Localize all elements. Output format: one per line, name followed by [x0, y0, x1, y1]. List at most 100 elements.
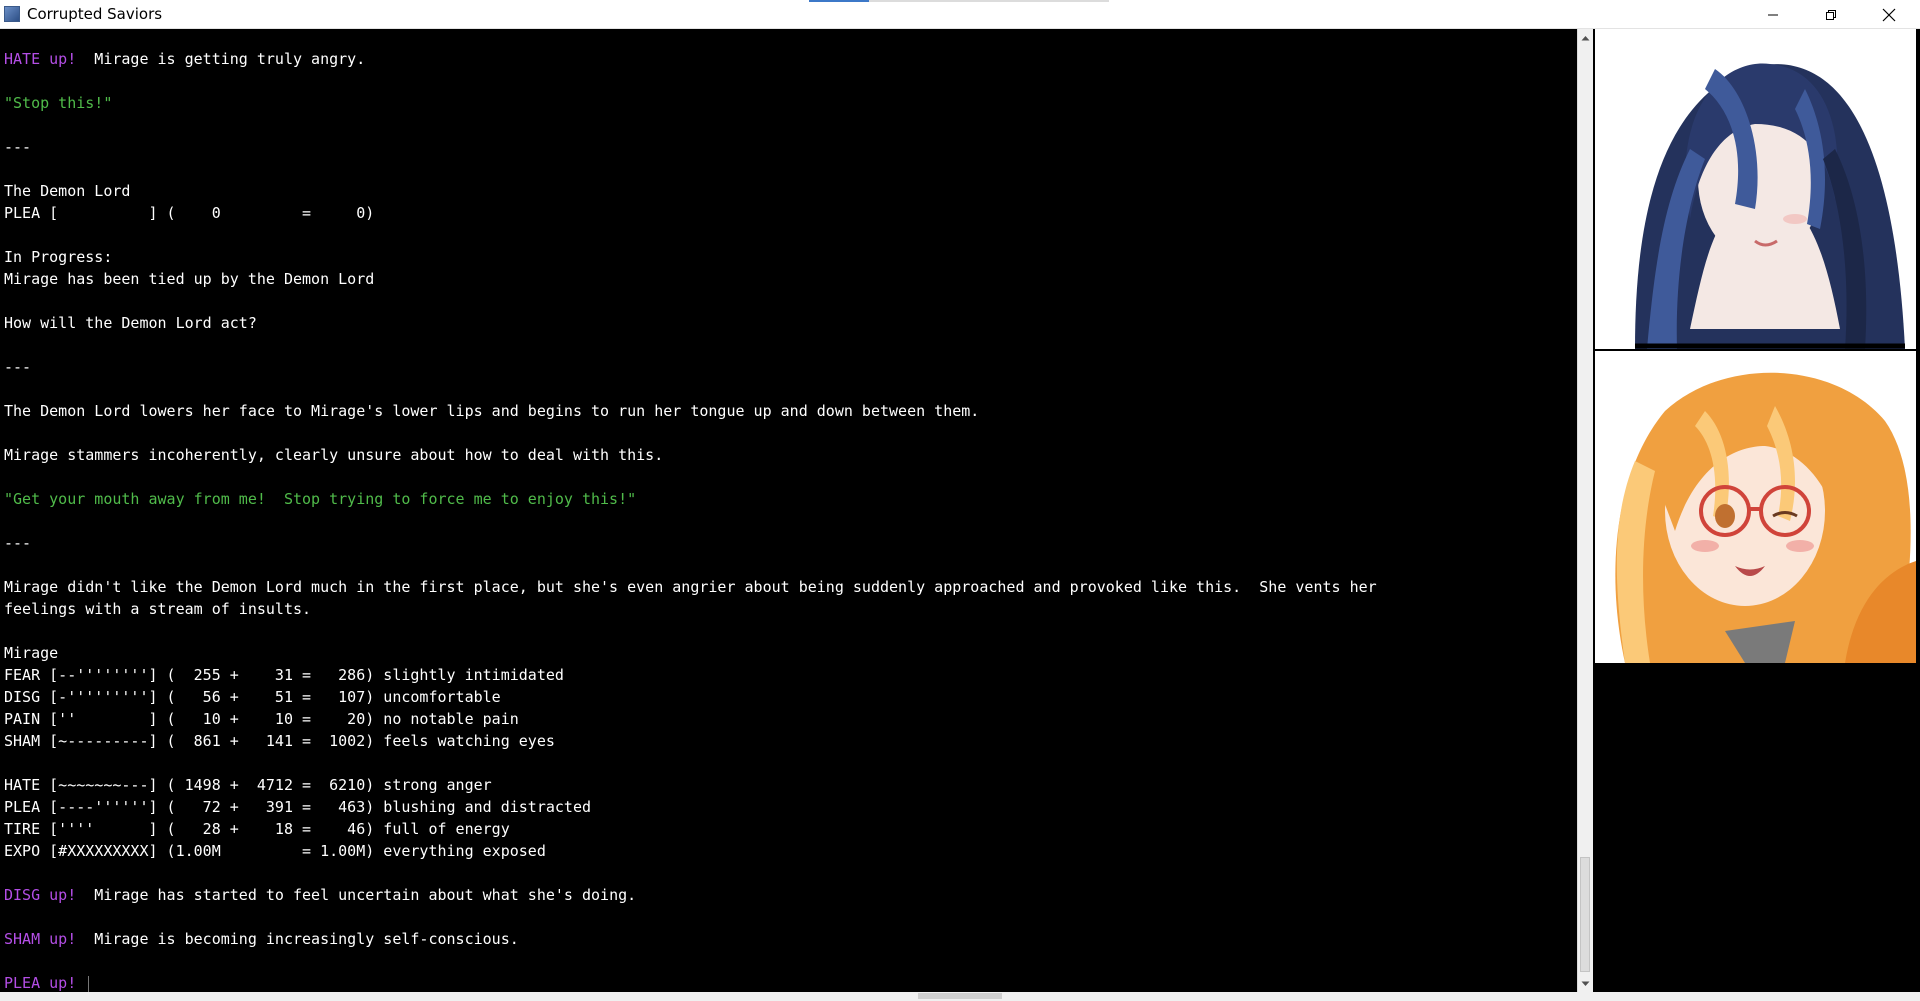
- console-text-segment: Mirage stammers incoherently, clearly un…: [4, 446, 664, 464]
- console-line: HATE [~~~~~~~---] ( 1498 + 4712 = 6210) …: [4, 774, 1564, 796]
- dark-haired-girl-portrait: [1595, 29, 1916, 349]
- close-button[interactable]: [1860, 0, 1918, 29]
- console-text-segment: PLEA [ ] ( 0 = 0): [4, 204, 375, 222]
- console-text-segment: In Progress:: [4, 248, 113, 266]
- console-line: In Progress:: [4, 246, 1564, 268]
- console-line: Mirage stammers incoherently, clearly un…: [4, 444, 1564, 466]
- console-text-segment: DISG [-'''''''''] ( 56 + 51 = 107) uncom…: [4, 688, 501, 706]
- console-text-segment: PLEA [----''''''] ( 72 + 391 = 463) blus…: [4, 798, 591, 816]
- console-text-segment: SHAM [~---------] ( 861 + 141 = 1002) fe…: [4, 732, 555, 750]
- app-icon: [4, 6, 20, 22]
- close-icon: [1882, 8, 1896, 21]
- console-text-segment: PLEA up!: [4, 974, 77, 992]
- console-line: SHAM [~---------] ( 861 + 141 = 1002) fe…: [4, 730, 1564, 752]
- console-line: HATE up! Mirage is getting truly angry.: [4, 48, 1564, 70]
- console-line: How will the Demon Lord act?: [4, 312, 1564, 334]
- game-console[interactable]: HATE up! Mirage is getting truly angry. "…: [0, 29, 1577, 992]
- console-text-segment: "Stop this!": [4, 94, 113, 112]
- console-line: Mirage has been tied up by the Demon Lor…: [4, 268, 1564, 290]
- vertical-scrollbar[interactable]: [1577, 29, 1593, 992]
- console-text-area: HATE up! Mirage is getting truly angry. "…: [4, 48, 1564, 992]
- console-text-segment: The Demon Lord: [4, 182, 131, 200]
- console-text-segment: ---: [4, 534, 32, 552]
- portrait-mirage: [1595, 351, 1916, 663]
- horizontal-scroll-thumb[interactable]: [918, 993, 1002, 999]
- console-text-segment: Mirage didn't like the Demon Lord much i…: [4, 578, 1377, 596]
- console-line: feelings with a stream of insults.: [4, 598, 1564, 620]
- console-line: ---: [4, 532, 1564, 554]
- console-text-segment: ---: [4, 358, 32, 376]
- scroll-down-button[interactable]: [1578, 975, 1593, 992]
- console-text-segment: DISG up!: [4, 886, 77, 904]
- window-title: Corrupted Saviors: [27, 5, 163, 23]
- console-line: Mirage didn't like the Demon Lord much i…: [4, 576, 1564, 598]
- console-text-segment: PAIN ['' ] ( 10 + 10 = 20) no notable pa…: [4, 710, 519, 728]
- scroll-thumb[interactable]: [1580, 857, 1590, 972]
- console-text-segment: "Get your mouth away from me! Stop tryin…: [4, 490, 637, 508]
- console-text-segment: Mirage is getting truly angry.: [76, 50, 366, 68]
- console-line: ---: [4, 136, 1564, 158]
- scroll-up-button[interactable]: [1578, 29, 1593, 46]
- blonde-girl-with-glasses-portrait: [1595, 351, 1916, 663]
- console-line: ---: [4, 356, 1564, 378]
- console-line: PLEA up!: [4, 972, 1564, 992]
- console-line: "Stop this!": [4, 92, 1564, 114]
- console-line: DISG [-'''''''''] ( 56 + 51 = 107) uncom…: [4, 686, 1564, 708]
- console-text-segment: ---: [4, 138, 32, 156]
- console-text-segment: EXPO [#XXXXXXXXX] (1.00M = 1.00M) everyt…: [4, 842, 546, 860]
- console-line: PAIN ['' ] ( 10 + 10 = 20) no notable pa…: [4, 708, 1564, 730]
- console-line: "Get your mouth away from me! Stop tryin…: [4, 488, 1564, 510]
- portrait-demon-lord: [1595, 29, 1916, 349]
- portrait-panel: [1593, 29, 1920, 992]
- console-line: TIRE ['''' ] ( 28 + 18 = 46) full of ene…: [4, 818, 1564, 840]
- console-text-segment: feelings with a stream of insults.: [4, 600, 312, 618]
- console-line: FEAR [--''''''''] ( 255 + 31 = 286) slig…: [4, 664, 1564, 686]
- console-text-segment: Mirage: [4, 644, 59, 662]
- console-text-segment: HATE up!: [4, 50, 77, 68]
- console-line: Mirage: [4, 642, 1564, 664]
- console-text-segment: TIRE ['''' ] ( 28 + 18 = 46) full of ene…: [4, 820, 510, 838]
- console-line: The Demon Lord lowers her face to Mirage…: [4, 400, 1564, 422]
- console-text-segment: Mirage has started to feel uncertain abo…: [76, 886, 637, 904]
- title-strip: [869, 0, 1109, 2]
- horizontal-scrollbar[interactable]: [0, 992, 1593, 1001]
- title-accent-strip: [809, 0, 869, 2]
- console-text-segment: SHAM up!: [4, 930, 77, 948]
- console-text-segment: HATE [~~~~~~~---] ( 1498 + 4712 = 6210) …: [4, 776, 492, 794]
- console-line: DISG up! Mirage has started to feel unce…: [4, 884, 1564, 906]
- restore-icon: [1826, 9, 1836, 20]
- console-text-segment: How will the Demon Lord act?: [4, 314, 257, 332]
- console-text-segment: FEAR [--''''''''] ( 255 + 31 = 286) slig…: [4, 666, 564, 684]
- title-bar: Corrupted Saviors: [0, 0, 1920, 29]
- console-line: PLEA [----''''''] ( 72 + 391 = 463) blus…: [4, 796, 1564, 818]
- restore-button[interactable]: [1802, 0, 1860, 29]
- arrow-up-icon: [1581, 35, 1590, 40]
- arrow-down-icon: [1581, 981, 1590, 986]
- console-text-segment: Mirage is becoming increasingly self-con…: [76, 930, 519, 948]
- console-line: SHAM up! Mirage is becoming increasingly…: [4, 928, 1564, 950]
- console-text-segment: The Demon Lord lowers her face to Mirage…: [4, 402, 980, 420]
- console-text-segment: Mirage has been tied up by the Demon Lor…: [4, 270, 375, 288]
- minimize-icon: [1768, 14, 1778, 15]
- console-line: PLEA [ ] ( 0 = 0): [4, 202, 1564, 224]
- minimize-button[interactable]: [1744, 0, 1802, 29]
- console-line: EXPO [#XXXXXXXXX] (1.00M = 1.00M) everyt…: [4, 840, 1564, 862]
- text-caret: [88, 975, 90, 992]
- console-line: The Demon Lord: [4, 180, 1564, 202]
